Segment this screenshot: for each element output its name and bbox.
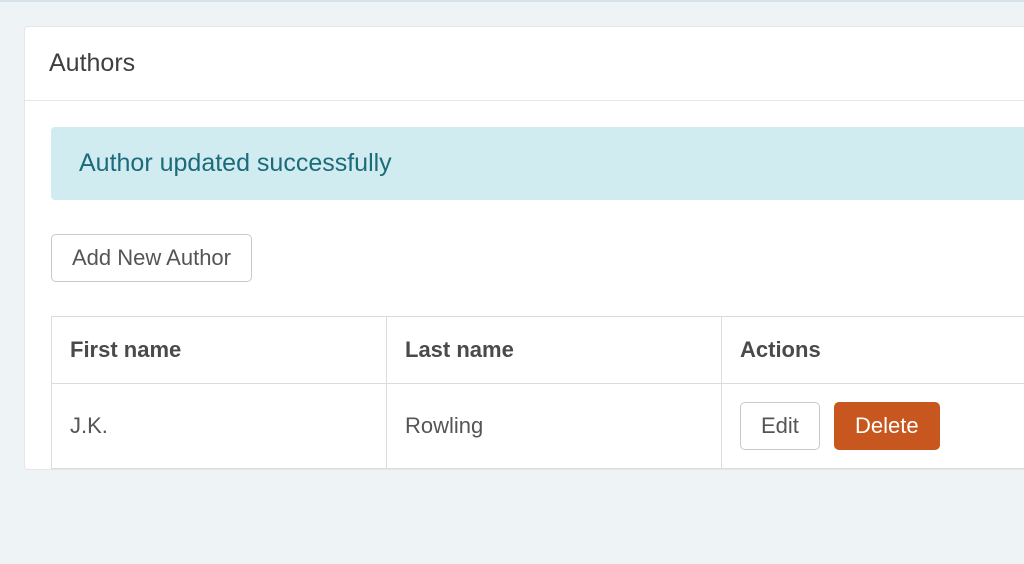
authors-panel: Authors Author updated successfully Add … [24,26,1024,470]
cell-first-name: J.K. [52,384,387,469]
add-new-author-button[interactable]: Add New Author [51,234,252,282]
table-row: J.K. Rowling Edit Delete [52,384,1024,469]
cell-actions: Edit Delete [722,384,1024,469]
panel-body: Author updated successfully Add New Auth… [25,101,1024,469]
cell-last-name: Rowling [387,384,722,469]
success-alert: Author updated successfully [51,127,1024,200]
col-header-last-name: Last name [387,317,722,384]
edit-button[interactable]: Edit [740,402,820,450]
delete-button[interactable]: Delete [834,402,940,450]
col-header-first-name: First name [52,317,387,384]
panel-title: Authors [49,49,1000,78]
col-header-actions: Actions [722,317,1024,384]
authors-table: First name Last name Actions J.K. Rowlin… [51,316,1024,469]
table-header-row: First name Last name Actions [52,317,1024,384]
panel-header: Authors [25,27,1024,101]
page-wrap: Authors Author updated successfully Add … [0,0,1024,564]
